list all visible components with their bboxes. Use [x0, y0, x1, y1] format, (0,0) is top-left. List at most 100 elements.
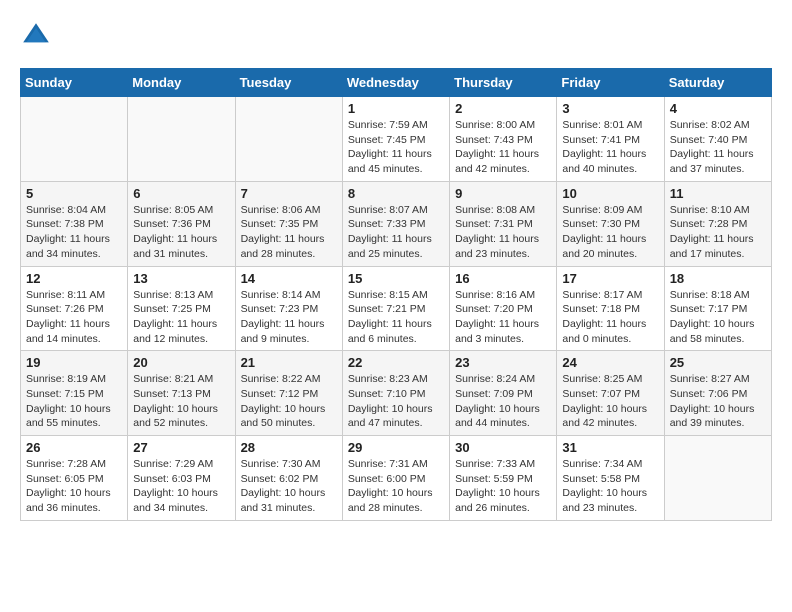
day-number: 16	[455, 271, 551, 286]
calendar-week-row: 5 Sunrise: 8:04 AM Sunset: 7:38 PM Daylig…	[21, 181, 772, 266]
calendar-cell: 8 Sunrise: 8:07 AM Sunset: 7:33 PM Daylig…	[342, 181, 449, 266]
day-info: Sunrise: 8:18 AM Sunset: 7:17 PM Dayligh…	[670, 288, 766, 347]
day-number: 12	[26, 271, 122, 286]
day-number: 20	[133, 355, 229, 370]
calendar-cell: 12 Sunrise: 8:11 AM Sunset: 7:26 PM Dayli…	[21, 266, 128, 351]
calendar-cell: 14 Sunrise: 8:14 AM Sunset: 7:23 PM Dayli…	[235, 266, 342, 351]
calendar-cell: 5 Sunrise: 8:04 AM Sunset: 7:38 PM Daylig…	[21, 181, 128, 266]
calendar-day-header: Saturday	[664, 69, 771, 97]
day-info: Sunrise: 8:27 AM Sunset: 7:06 PM Dayligh…	[670, 372, 766, 431]
day-number: 14	[241, 271, 337, 286]
day-info: Sunrise: 8:21 AM Sunset: 7:13 PM Dayligh…	[133, 372, 229, 431]
page-header	[20, 20, 772, 52]
day-number: 18	[670, 271, 766, 286]
day-number: 23	[455, 355, 551, 370]
calendar-cell: 19Sunrise: 8:19 AM Sunset: 7:15 PM Dayli…	[21, 351, 128, 436]
day-info: Sunrise: 8:16 AM Sunset: 7:20 PM Dayligh…	[455, 288, 551, 347]
day-info: Sunrise: 8:23 AM Sunset: 7:10 PM Dayligh…	[348, 372, 444, 431]
day-info: Sunrise: 8:07 AM Sunset: 7:33 PM Dayligh…	[348, 203, 444, 262]
calendar-cell: 24 Sunrise: 8:25 AM Sunset: 7:07 PM Dayli…	[557, 351, 664, 436]
day-number: 7	[241, 186, 337, 201]
calendar-cell: 22 Sunrise: 8:23 AM Sunset: 7:10 PM Dayli…	[342, 351, 449, 436]
day-info: Sunrise: 7:29 AM Sunset: 6:03 PM Dayligh…	[133, 457, 229, 516]
day-info: Sunrise: 8:05 AM Sunset: 7:36 PM Dayligh…	[133, 203, 229, 262]
calendar-week-row: 12 Sunrise: 8:11 AM Sunset: 7:26 PM Dayli…	[21, 266, 772, 351]
day-number: 21	[241, 355, 337, 370]
calendar-cell: 21 Sunrise: 8:22 AM Sunset: 7:12 PM Dayli…	[235, 351, 342, 436]
day-number: 17	[562, 271, 658, 286]
day-info: Sunrise: 8:02 AM Sunset: 7:40 PM Dayligh…	[670, 118, 766, 177]
day-info: Sunrise: 8:11 AM Sunset: 7:26 PM Dayligh…	[26, 288, 122, 347]
calendar-cell	[21, 97, 128, 182]
day-info: Sunrise: 7:30 AM Sunset: 6:02 PM Dayligh…	[241, 457, 337, 516]
day-info: Sunrise: 7:31 AM Sunset: 6:00 PM Dayligh…	[348, 457, 444, 516]
day-info: Sunrise: 8:09 AM Sunset: 7:30 PM Dayligh…	[562, 203, 658, 262]
day-number: 25	[670, 355, 766, 370]
day-info: Sunrise: 8:14 AM Sunset: 7:23 PM Dayligh…	[241, 288, 337, 347]
day-number: 26	[26, 440, 122, 455]
day-info: Sunrise: 7:34 AM Sunset: 5:58 PM Dayligh…	[562, 457, 658, 516]
day-info: Sunrise: 8:24 AM Sunset: 7:09 PM Dayligh…	[455, 372, 551, 431]
day-number: 15	[348, 271, 444, 286]
calendar-cell: 7 Sunrise: 8:06 AM Sunset: 7:35 PM Daylig…	[235, 181, 342, 266]
calendar-cell: 31 Sunrise: 7:34 AM Sunset: 5:58 PM Dayli…	[557, 436, 664, 521]
day-number: 9	[455, 186, 551, 201]
day-number: 6	[133, 186, 229, 201]
calendar-cell	[128, 97, 235, 182]
calendar-cell: 13Sunrise: 8:13 AM Sunset: 7:25 PM Dayli…	[128, 266, 235, 351]
day-number: 24	[562, 355, 658, 370]
calendar-cell: 10Sunrise: 8:09 AM Sunset: 7:30 PM Dayli…	[557, 181, 664, 266]
calendar-cell: 29 Sunrise: 7:31 AM Sunset: 6:00 PM Dayli…	[342, 436, 449, 521]
day-info: Sunrise: 8:06 AM Sunset: 7:35 PM Dayligh…	[241, 203, 337, 262]
day-info: Sunrise: 7:28 AM Sunset: 6:05 PM Dayligh…	[26, 457, 122, 516]
calendar-cell: 16 Sunrise: 8:16 AM Sunset: 7:20 PM Dayli…	[450, 266, 557, 351]
day-info: Sunrise: 8:08 AM Sunset: 7:31 PM Dayligh…	[455, 203, 551, 262]
calendar-cell: 11 Sunrise: 8:10 AM Sunset: 7:28 PM Dayli…	[664, 181, 771, 266]
calendar-cell: 26 Sunrise: 7:28 AM Sunset: 6:05 PM Dayli…	[21, 436, 128, 521]
day-number: 4	[670, 101, 766, 116]
calendar-cell: 6 Sunrise: 8:05 AM Sunset: 7:36 PM Daylig…	[128, 181, 235, 266]
day-number: 30	[455, 440, 551, 455]
calendar-cell: 18 Sunrise: 8:18 AM Sunset: 7:17 PM Dayli…	[664, 266, 771, 351]
day-info: Sunrise: 8:10 AM Sunset: 7:28 PM Dayligh…	[670, 203, 766, 262]
calendar-day-header: Wednesday	[342, 69, 449, 97]
calendar-cell: 15 Sunrise: 8:15 AM Sunset: 7:21 PM Dayli…	[342, 266, 449, 351]
calendar-day-header: Friday	[557, 69, 664, 97]
day-info: Sunrise: 7:33 AM Sunset: 5:59 PM Dayligh…	[455, 457, 551, 516]
day-number: 31	[562, 440, 658, 455]
day-number: 5	[26, 186, 122, 201]
calendar-cell: 9 Sunrise: 8:08 AM Sunset: 7:31 PM Daylig…	[450, 181, 557, 266]
day-info: Sunrise: 7:59 AM Sunset: 7:45 PM Dayligh…	[348, 118, 444, 177]
calendar-cell: 1 Sunrise: 7:59 AM Sunset: 7:45 PM Daylig…	[342, 97, 449, 182]
day-number: 2	[455, 101, 551, 116]
day-number: 8	[348, 186, 444, 201]
calendar-cell: 3Sunrise: 8:01 AM Sunset: 7:41 PM Daylig…	[557, 97, 664, 182]
day-number: 1	[348, 101, 444, 116]
day-info: Sunrise: 8:13 AM Sunset: 7:25 PM Dayligh…	[133, 288, 229, 347]
day-number: 29	[348, 440, 444, 455]
calendar-cell: 25 Sunrise: 8:27 AM Sunset: 7:06 PM Dayli…	[664, 351, 771, 436]
calendar-cell: 23 Sunrise: 8:24 AM Sunset: 7:09 PM Dayli…	[450, 351, 557, 436]
calendar-cell: 17Sunrise: 8:17 AM Sunset: 7:18 PM Dayli…	[557, 266, 664, 351]
day-info: Sunrise: 8:25 AM Sunset: 7:07 PM Dayligh…	[562, 372, 658, 431]
calendar-cell	[664, 436, 771, 521]
logo-icon	[20, 20, 52, 52]
calendar-week-row: 19Sunrise: 8:19 AM Sunset: 7:15 PM Dayli…	[21, 351, 772, 436]
day-number: 11	[670, 186, 766, 201]
calendar-cell: 2Sunrise: 8:00 AM Sunset: 7:43 PM Daylig…	[450, 97, 557, 182]
day-number: 27	[133, 440, 229, 455]
day-info: Sunrise: 8:04 AM Sunset: 7:38 PM Dayligh…	[26, 203, 122, 262]
day-info: Sunrise: 8:15 AM Sunset: 7:21 PM Dayligh…	[348, 288, 444, 347]
day-number: 3	[562, 101, 658, 116]
calendar-day-header: Tuesday	[235, 69, 342, 97]
day-number: 28	[241, 440, 337, 455]
calendar-day-header: Sunday	[21, 69, 128, 97]
calendar-cell: 28 Sunrise: 7:30 AM Sunset: 6:02 PM Dayli…	[235, 436, 342, 521]
calendar-header-row: SundayMondayTuesdayWednesdayThursdayFrid…	[21, 69, 772, 97]
day-info: Sunrise: 8:22 AM Sunset: 7:12 PM Dayligh…	[241, 372, 337, 431]
calendar-week-row: 1 Sunrise: 7:59 AM Sunset: 7:45 PM Daylig…	[21, 97, 772, 182]
day-number: 22	[348, 355, 444, 370]
logo	[20, 20, 56, 52]
calendar-cell: 4 Sunrise: 8:02 AM Sunset: 7:40 PM Daylig…	[664, 97, 771, 182]
calendar-table: SundayMondayTuesdayWednesdayThursdayFrid…	[20, 68, 772, 521]
